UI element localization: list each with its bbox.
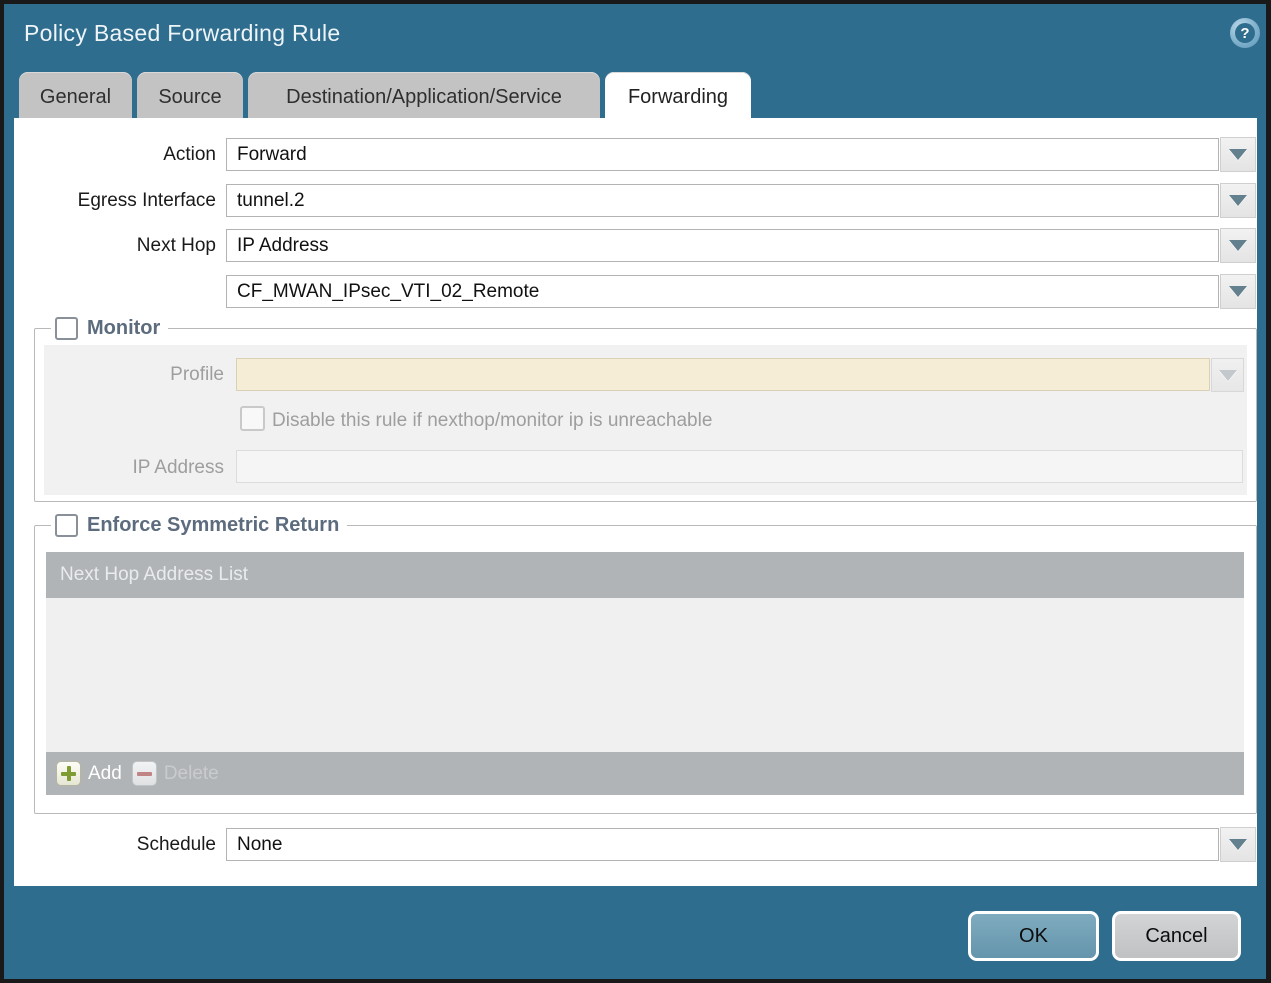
next-hop-address-list-header: Next Hop Address List (46, 552, 1244, 598)
chevron-down-icon (1229, 839, 1247, 850)
add-button-label: Add (88, 763, 122, 785)
next-hop-address-select[interactable]: CF_MWAN_IPsec_VTI_02_Remote (226, 275, 1219, 308)
pbf-rule-dialog: Policy Based Forwarding Rule ? General S… (4, 4, 1266, 979)
delete-button: Delete (132, 761, 219, 786)
profile-label: Profile (44, 364, 224, 386)
action-select[interactable]: Forward (226, 138, 1219, 171)
dialog-title: Policy Based Forwarding Rule (24, 20, 341, 47)
tab-general[interactable]: General (19, 72, 132, 122)
monitor-ip-address-input (236, 450, 1243, 483)
ok-button[interactable]: OK (968, 911, 1099, 961)
next-hop-label: Next Hop (20, 235, 216, 257)
schedule-select[interactable]: None (226, 828, 1219, 861)
enforce-symmetric-return-checkbox[interactable] (55, 514, 78, 537)
enforce-symmetric-return-legend: Enforce Symmetric Return (51, 514, 347, 537)
add-button[interactable]: Add (56, 761, 122, 786)
disable-rule-label: Disable this rule if nexthop/monitor ip … (272, 410, 992, 432)
profile-dropdown-button (1211, 358, 1244, 392)
chevron-down-icon (1219, 370, 1237, 381)
egress-interface-label: Egress Interface (20, 190, 216, 212)
question-mark-glyph: ? (1235, 23, 1255, 43)
chevron-down-icon (1229, 149, 1247, 160)
action-label: Action (20, 144, 216, 166)
schedule-dropdown-button[interactable] (1220, 827, 1256, 862)
schedule-label: Schedule (20, 834, 216, 856)
profile-select (236, 358, 1210, 391)
tab-source[interactable]: Source (137, 72, 243, 122)
forwarding-tab-content: Action Forward Egress Interface tunnel.2… (14, 118, 1257, 886)
plus-icon (56, 761, 81, 786)
delete-button-label: Delete (164, 763, 219, 785)
monitor-ip-address-label: IP Address (44, 457, 224, 479)
cancel-button[interactable]: Cancel (1112, 911, 1241, 961)
monitor-checkbox[interactable] (55, 317, 78, 340)
next-hop-dropdown-button[interactable] (1220, 228, 1256, 263)
action-dropdown-button[interactable] (1220, 137, 1256, 172)
enforce-symmetric-return-label: Enforce Symmetric Return (87, 514, 339, 537)
next-hop-address-list-toolbar: Add Delete (46, 752, 1244, 795)
chevron-down-icon (1229, 240, 1247, 251)
chevron-down-icon (1229, 286, 1247, 297)
tab-destination-application-service[interactable]: Destination/Application/Service (248, 72, 600, 122)
egress-interface-select[interactable]: tunnel.2 (226, 184, 1219, 217)
disable-rule-checkbox (240, 406, 265, 431)
monitor-legend: Monitor (51, 317, 168, 340)
next-hop-address-list-body[interactable] (46, 598, 1244, 752)
help-icon[interactable]: ? (1230, 18, 1260, 48)
window-frame: Policy Based Forwarding Rule ? General S… (0, 0, 1271, 983)
next-hop-type-select[interactable]: IP Address (226, 229, 1219, 262)
next-hop-address-dropdown-button[interactable] (1220, 274, 1256, 309)
egress-interface-dropdown-button[interactable] (1220, 183, 1256, 218)
tab-bar: General Source Destination/Application/S… (19, 72, 751, 122)
minus-icon (132, 761, 157, 786)
chevron-down-icon (1229, 195, 1247, 206)
tab-forwarding[interactable]: Forwarding (605, 72, 751, 122)
monitor-group-label: Monitor (87, 317, 160, 340)
